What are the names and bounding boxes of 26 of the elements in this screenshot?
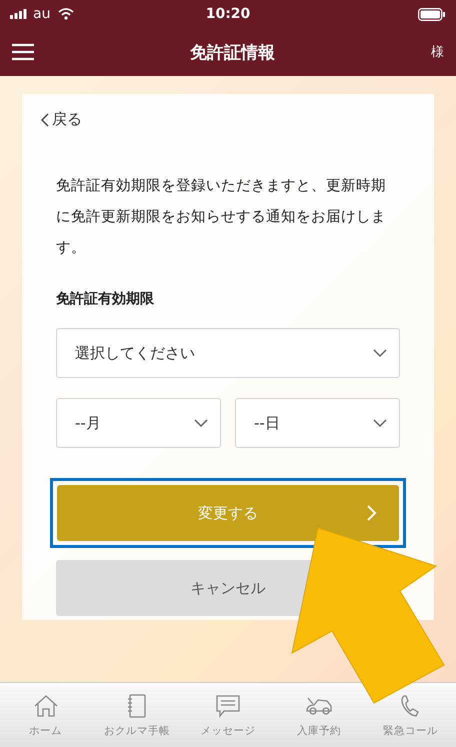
chevron-down-icon	[373, 348, 387, 358]
chevron-down-icon	[373, 418, 387, 428]
battery-icon	[418, 8, 446, 20]
tab-item[interactable]: 入庫予約	[274, 683, 365, 747]
description-text: 免許証有効期限を登録いただきますと、更新時期に免許更新期限をお知らせする通知をお届けします。	[56, 176, 387, 258]
field-label: 免許証有効期限	[56, 290, 155, 308]
user-name: 様	[431, 44, 444, 61]
back-link[interactable]: 戻る	[40, 110, 82, 129]
chevron-right-icon	[367, 505, 377, 521]
chevron-down-icon	[194, 418, 208, 428]
day-select[interactable]: --日	[235, 398, 400, 448]
month-select[interactable]: --月	[56, 398, 221, 448]
year-select[interactable]: 選択してください	[56, 328, 400, 378]
tab-item[interactable]: メッセージ	[182, 683, 274, 747]
signal-icon	[10, 9, 28, 19]
chevron-left-icon	[40, 112, 49, 126]
status-time: 10:20	[206, 6, 250, 22]
tab-item[interactable]: 緊急コール	[364, 683, 456, 747]
tab-item[interactable]: おクルマ手帳	[91, 683, 182, 747]
submit-button[interactable]: 変更する	[57, 485, 399, 541]
carrier-name: au	[33, 6, 50, 22]
menu-icon[interactable]	[12, 43, 34, 61]
message-icon	[214, 692, 242, 718]
tab-item[interactable]: ホーム	[0, 683, 92, 747]
wifi-icon	[58, 8, 74, 20]
page-title: 免許証情報	[190, 42, 275, 64]
